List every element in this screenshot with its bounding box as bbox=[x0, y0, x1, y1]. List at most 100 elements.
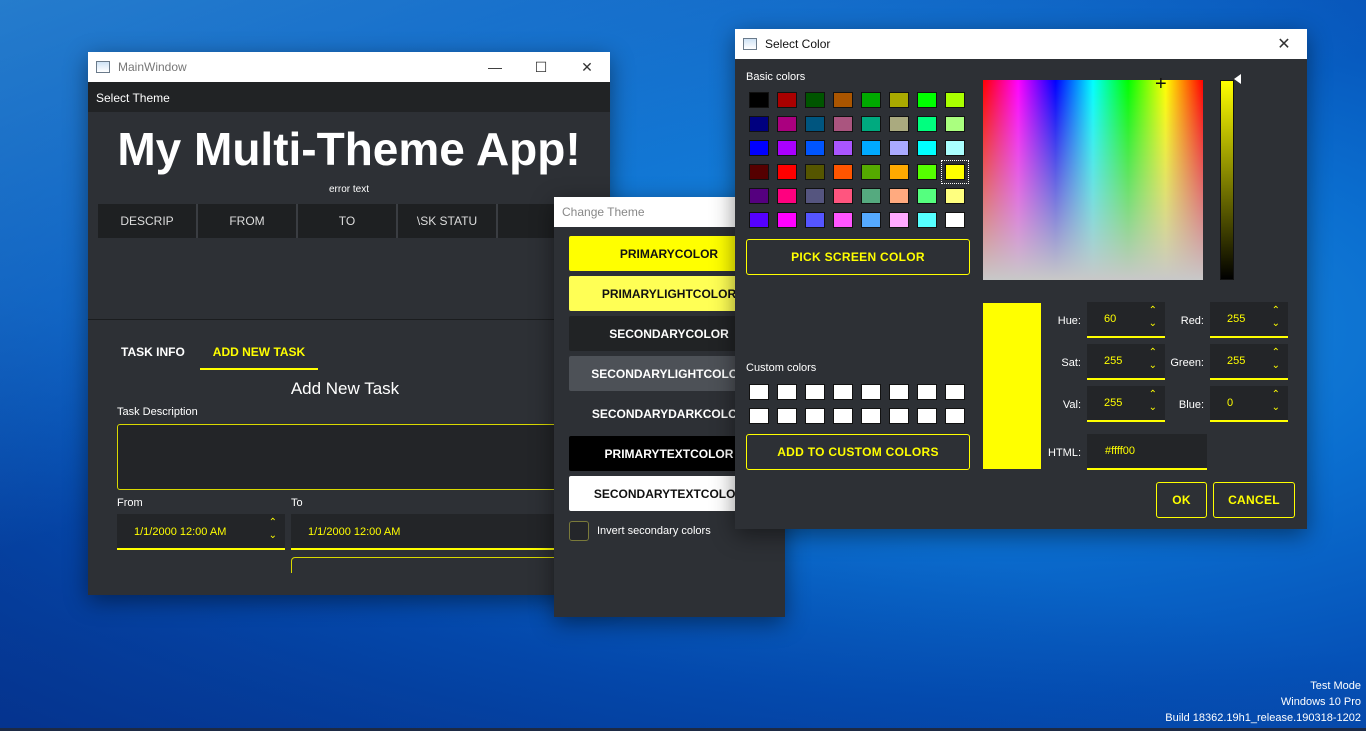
chevron-up-icon[interactable]: ⌃ bbox=[1272, 304, 1280, 317]
task-description-input[interactable] bbox=[117, 424, 567, 490]
basic-color-swatch[interactable] bbox=[777, 92, 797, 108]
basic-color-swatch[interactable] bbox=[833, 164, 853, 180]
basic-color-swatch[interactable] bbox=[889, 92, 909, 108]
chevron-up-icon[interactable]: ⌃ bbox=[269, 516, 277, 529]
basic-color-swatch[interactable] bbox=[861, 164, 881, 180]
basic-color-swatch[interactable] bbox=[805, 92, 825, 108]
basic-color-swatch[interactable] bbox=[833, 140, 853, 156]
chevron-up-icon[interactable]: ⌃ bbox=[1272, 388, 1280, 401]
basic-color-swatch[interactable] bbox=[917, 116, 937, 132]
custom-color-swatch[interactable] bbox=[917, 384, 937, 400]
custom-color-swatch[interactable] bbox=[777, 384, 797, 400]
basic-color-swatch[interactable] bbox=[777, 116, 797, 132]
value-slider-handle-icon[interactable] bbox=[1234, 74, 1241, 84]
basic-color-swatch[interactable] bbox=[749, 212, 769, 228]
pick-screen-color-button[interactable]: PICK SCREEN COLOR bbox=[746, 239, 970, 275]
basic-color-swatch[interactable] bbox=[917, 164, 937, 180]
select-color-titlebar[interactable]: Select Color ✕ bbox=[735, 29, 1307, 59]
basic-color-swatch[interactable] bbox=[917, 188, 937, 204]
custom-color-swatch[interactable] bbox=[861, 408, 881, 424]
custom-color-swatch[interactable] bbox=[749, 384, 769, 400]
custom-color-swatch[interactable] bbox=[889, 384, 909, 400]
from-datetime-picker[interactable]: 1/1/2000 12:00 AM ⌃ ⌄ bbox=[117, 514, 285, 550]
basic-color-swatch[interactable] bbox=[889, 140, 909, 156]
basic-color-swatch[interactable] bbox=[945, 188, 965, 204]
red-spinner[interactable]: ⌃ ⌄ bbox=[1272, 304, 1280, 330]
basic-color-swatch[interactable] bbox=[805, 116, 825, 132]
close-icon[interactable]: ✕ bbox=[564, 52, 610, 82]
custom-color-swatch[interactable] bbox=[805, 408, 825, 424]
ok-button[interactable]: OK bbox=[1156, 482, 1207, 518]
basic-color-swatch[interactable] bbox=[945, 92, 965, 108]
basic-color-swatch[interactable] bbox=[777, 140, 797, 156]
close-icon[interactable]: ✕ bbox=[1261, 29, 1307, 59]
value-slider[interactable] bbox=[1220, 80, 1234, 280]
color-spectrum[interactable]: + bbox=[983, 74, 1203, 280]
custom-color-swatch[interactable] bbox=[917, 408, 937, 424]
basic-color-swatch[interactable] bbox=[889, 212, 909, 228]
basic-color-swatch[interactable] bbox=[889, 164, 909, 180]
chevron-down-icon[interactable]: ⌄ bbox=[1272, 401, 1280, 414]
custom-color-swatch[interactable] bbox=[889, 408, 909, 424]
chevron-down-icon[interactable]: ⌄ bbox=[269, 529, 277, 542]
basic-color-swatch[interactable] bbox=[777, 188, 797, 204]
green-input[interactable]: 255 ⌃ ⌄ bbox=[1210, 344, 1288, 380]
basic-color-swatch[interactable] bbox=[833, 92, 853, 108]
chevron-down-icon[interactable]: ⌄ bbox=[1272, 359, 1280, 372]
basic-color-swatch[interactable] bbox=[749, 92, 769, 108]
menu-select-theme[interactable]: Select Theme bbox=[88, 82, 610, 112]
cancel-button[interactable]: CANCEL bbox=[1213, 482, 1295, 518]
column-header-from[interactable]: FROM bbox=[198, 204, 298, 238]
basic-color-swatch[interactable] bbox=[945, 212, 965, 228]
custom-color-swatch[interactable] bbox=[777, 408, 797, 424]
add-to-custom-colors-button[interactable]: ADD TO CUSTOM COLORS bbox=[746, 434, 970, 470]
red-input[interactable]: 255 ⌃ ⌄ bbox=[1210, 302, 1288, 338]
column-header-task-status[interactable]: \SK STATU bbox=[398, 204, 498, 238]
basic-color-swatch[interactable] bbox=[833, 116, 853, 132]
custom-color-swatch[interactable] bbox=[833, 408, 853, 424]
to-datetime-picker[interactable]: 1/1/2000 12:00 AM bbox=[291, 514, 571, 550]
invert-secondary-checkbox[interactable] bbox=[569, 521, 589, 541]
custom-color-swatch[interactable] bbox=[749, 408, 769, 424]
chevron-up-icon[interactable]: ⌃ bbox=[1272, 346, 1280, 359]
basic-color-swatch[interactable] bbox=[805, 188, 825, 204]
green-spinner[interactable]: ⌃ ⌄ bbox=[1272, 346, 1280, 372]
basic-color-swatch[interactable] bbox=[917, 212, 937, 228]
custom-color-swatch[interactable] bbox=[861, 384, 881, 400]
basic-color-swatch[interactable] bbox=[749, 140, 769, 156]
basic-color-swatch[interactable] bbox=[749, 188, 769, 204]
basic-color-swatch[interactable] bbox=[889, 116, 909, 132]
html-input[interactable]: #ffff00 bbox=[1087, 434, 1207, 470]
basic-color-swatch[interactable] bbox=[861, 92, 881, 108]
custom-color-swatch[interactable] bbox=[945, 408, 965, 424]
basic-color-swatch[interactable] bbox=[749, 164, 769, 180]
basic-color-swatch[interactable] bbox=[805, 164, 825, 180]
basic-color-swatch[interactable] bbox=[777, 212, 797, 228]
maximize-icon[interactable]: ☐ bbox=[518, 52, 564, 82]
tab-task-info[interactable]: TASK INFO bbox=[108, 337, 198, 370]
basic-color-swatch[interactable] bbox=[833, 212, 853, 228]
basic-color-swatch[interactable] bbox=[805, 212, 825, 228]
minimize-icon[interactable]: — bbox=[472, 52, 518, 82]
basic-color-swatch[interactable] bbox=[777, 164, 797, 180]
basic-color-swatch[interactable] bbox=[917, 140, 937, 156]
basic-color-swatch[interactable] bbox=[889, 188, 909, 204]
basic-color-swatch[interactable] bbox=[945, 140, 965, 156]
column-header-description[interactable]: DESCRIP bbox=[98, 204, 198, 238]
basic-color-swatch[interactable] bbox=[861, 212, 881, 228]
basic-color-swatch[interactable] bbox=[861, 116, 881, 132]
custom-color-swatch[interactable] bbox=[833, 384, 853, 400]
task-grid-body[interactable] bbox=[88, 238, 610, 320]
from-spinner[interactable]: ⌃ ⌄ bbox=[269, 516, 277, 542]
chevron-down-icon[interactable]: ⌄ bbox=[1272, 317, 1280, 330]
invert-secondary-row[interactable]: Invert secondary colors bbox=[569, 521, 711, 541]
blue-input[interactable]: 0 ⌃ ⌄ bbox=[1210, 386, 1288, 422]
basic-color-swatch[interactable] bbox=[749, 116, 769, 132]
basic-color-swatch[interactable] bbox=[941, 160, 969, 184]
basic-color-swatch[interactable] bbox=[861, 188, 881, 204]
basic-color-swatch[interactable] bbox=[861, 140, 881, 156]
main-window-titlebar[interactable]: MainWindow — ☐ ✕ bbox=[88, 52, 610, 82]
custom-color-swatch[interactable] bbox=[945, 384, 965, 400]
column-header-to[interactable]: TO bbox=[298, 204, 398, 238]
basic-color-swatch[interactable] bbox=[917, 92, 937, 108]
